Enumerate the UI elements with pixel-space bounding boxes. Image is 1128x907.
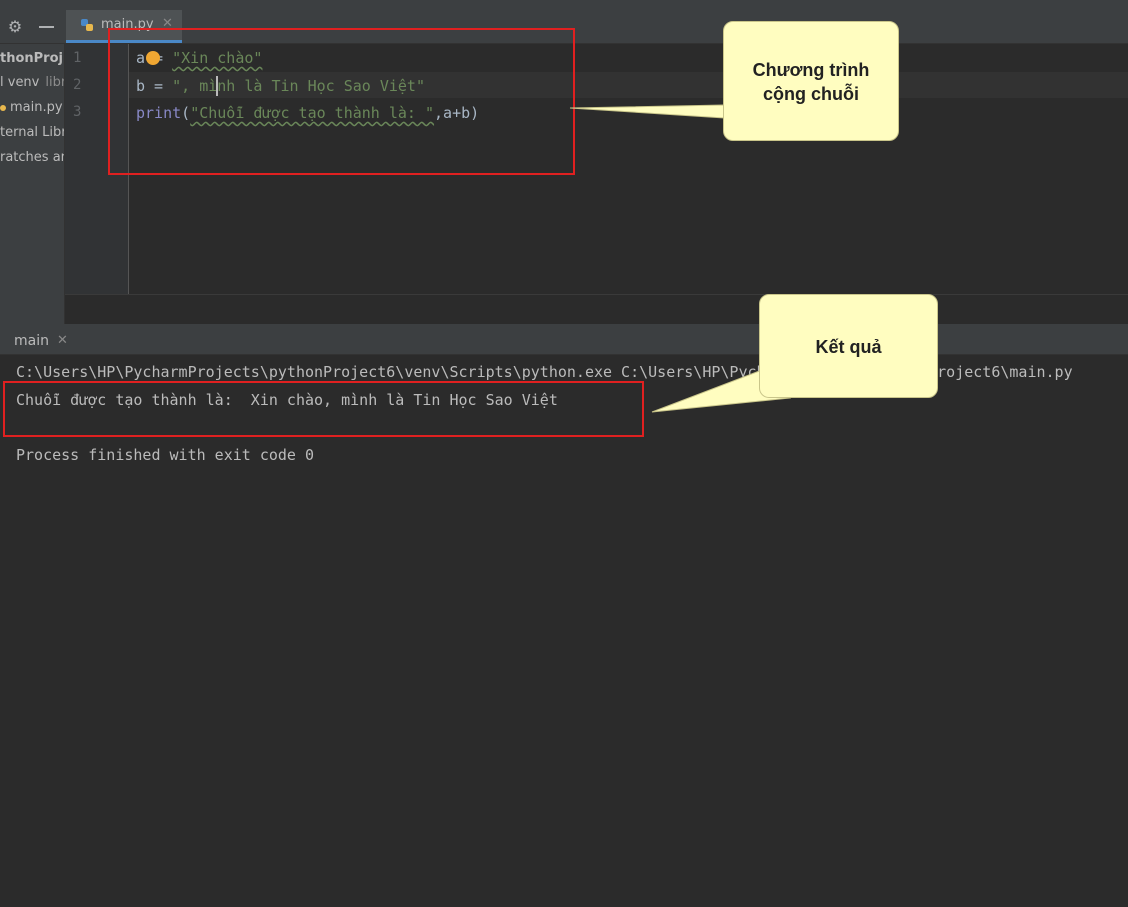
callout-program-line-1: Chương trình [752, 60, 870, 80]
line-number: 2 [73, 77, 82, 93]
code-highlight-box [108, 28, 575, 175]
title-bar [0, 0, 1128, 10]
callout-result: Kết quả [759, 294, 938, 398]
callout-result-label: Kết quả [815, 337, 882, 357]
minimize-icon[interactable] [39, 26, 54, 28]
sidebar-item-venv[interactable]: l venv libr [0, 75, 64, 90]
python-file-icon [0, 104, 6, 111]
console-exit-message: Process finished with exit code 0 [16, 446, 315, 464]
close-icon[interactable]: ✕ [57, 333, 68, 348]
run-console[interactable] [0, 355, 1128, 907]
run-icon [0, 335, 8, 345]
python-file-icon [81, 19, 93, 31]
line-number: 1 [73, 50, 82, 66]
output-highlight-box [3, 381, 644, 437]
sidebar-item-scratches[interactable]: ratches an [0, 150, 64, 165]
callout-program: Chương trình cộng chuỗi [723, 21, 899, 141]
sidebar-item-main-py[interactable]: main.py [0, 100, 63, 115]
sidebar-item-project[interactable]: thonProj [0, 51, 63, 66]
run-tool-bar: main ✕ [0, 328, 1128, 355]
gear-icon[interactable]: ⚙ [6, 18, 24, 36]
line-number: 3 [73, 104, 82, 120]
run-tab-label: main [14, 333, 49, 349]
editor-divider [65, 294, 1128, 295]
run-tab-main[interactable]: main ✕ [0, 328, 80, 354]
callout-program-line-2: cộng chuỗi [763, 84, 859, 104]
project-sidebar: thonProj l venv libr main.py ternal Libr … [0, 44, 65, 324]
sidebar-item-external-libraries[interactable]: ternal Libr [0, 125, 64, 140]
